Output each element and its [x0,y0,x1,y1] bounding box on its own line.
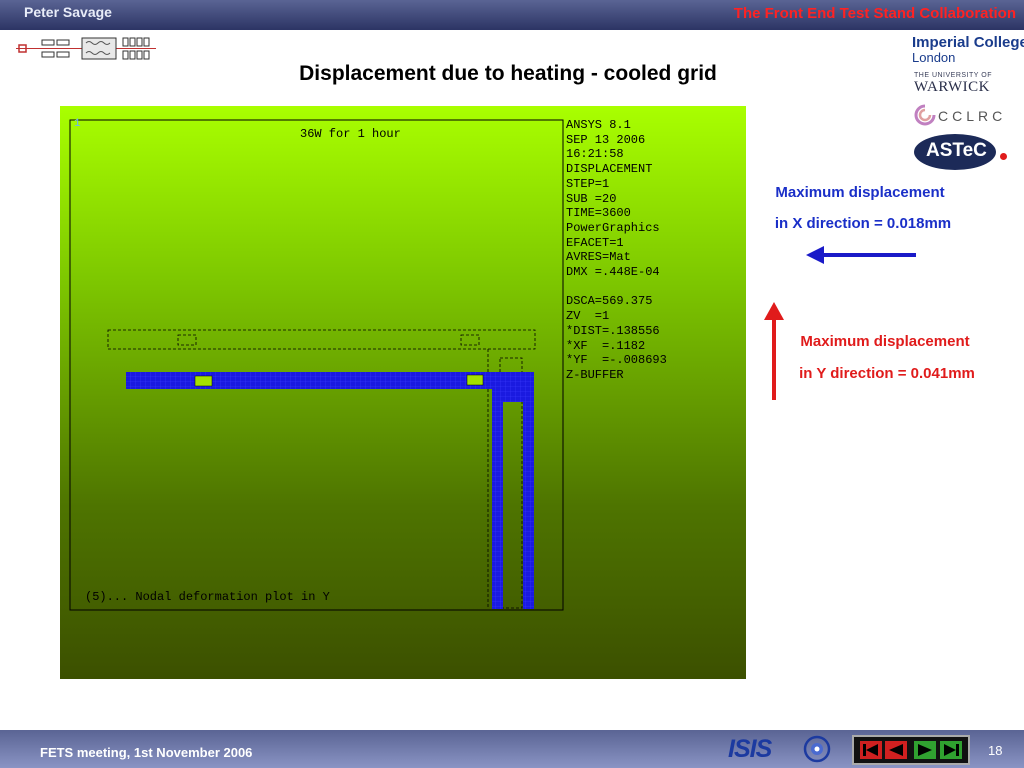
ansys-line: ANSYS 8.1 [566,118,631,132]
beamline-schematic-icon [16,37,156,60]
ansys-line: Z-BUFFER [566,367,624,382]
meeting-info: FETS meeting, 1st November 2006 [40,745,253,760]
deformed-mesh [126,372,534,609]
y-displacement-value: in Y direction = 0.041mm [799,365,975,382]
y-displacement-label: Maximum displacement [800,333,970,350]
ansys-line: TIME=3600 [566,206,631,221]
imperial-college-subtitle: London [912,50,956,65]
plot-title: 36W for 1 hour [300,127,401,141]
slide-title: Displacement due to heating - cooled gri… [299,62,717,85]
warwick-logo: WARWICK [914,79,990,95]
ansys-line: *XF =.1182 [566,338,646,353]
slide-navigation [852,735,970,765]
ansys-line: DMX =.448E-04 [566,265,660,280]
ansys-line: SEP 13 2006 [566,132,646,147]
ansys-line: DISPLACEMENT [566,162,653,177]
ansys-displacement-plot: 1 36W for 1 hour (5)... Nodal deformatio… [60,106,746,679]
warwick-logo-line1: THE UNIVERSITY OF [914,72,992,79]
cclrc-logo: CCLRC [938,108,1007,124]
ansys-line: AVRES=Mat [566,250,631,265]
x-displacement-label: Maximum displacement [775,184,945,201]
left-arrow-icon [806,246,916,264]
header-bar: Peter Savage The Front End Test Stand Co… [0,0,1024,30]
ansys-line: EFACET=1 [566,235,624,250]
last-slide-icon[interactable] [940,741,962,759]
ansys-line: DSCA=569.375 [566,294,653,309]
ansys-line: *DIST=.138556 [566,323,660,338]
ansys-line: ZV =1 [566,309,610,324]
collaboration-name: The Front End Test Stand Collaboration [733,5,1016,22]
ansys-line: 16:21:58 [566,147,624,162]
plot-caption: (5)... Nodal deformation plot in Y [85,590,330,604]
ansys-line: SUB =20 [566,191,617,206]
isis-logo: ISIS [728,735,772,763]
ansys-info-panel: ANSYS 8.1 SEP 13 2006 16:21:58 DISPLACEM… [566,118,667,383]
astec-dot-icon [1000,153,1007,160]
isis-emblem-icon [803,735,831,763]
page-number: 18 [988,743,1003,758]
ansys-line: STEP=1 [566,176,610,191]
astec-logo: ASTeC [926,140,987,161]
first-slide-icon[interactable] [860,741,882,759]
x-displacement-value: in X direction = 0.018mm [774,215,952,232]
undeformed-outline [107,329,536,609]
plot-frame [69,119,564,611]
footer-bar: FETS meeting, 1st November 2006 ISIS 18 [0,730,1024,768]
previous-slide-icon[interactable] [885,741,907,759]
plot-corner-label: 1 [74,118,81,130]
ansys-line: PowerGraphics [566,220,660,235]
ansys-line: *YF =-.008693 [566,353,667,368]
author-name: Peter Savage [24,4,112,20]
imperial-college-logo: Imperial College [912,34,1024,51]
cclrc-swirl-icon [914,104,936,126]
next-slide-icon[interactable] [914,741,936,759]
up-arrow-icon [764,302,784,400]
